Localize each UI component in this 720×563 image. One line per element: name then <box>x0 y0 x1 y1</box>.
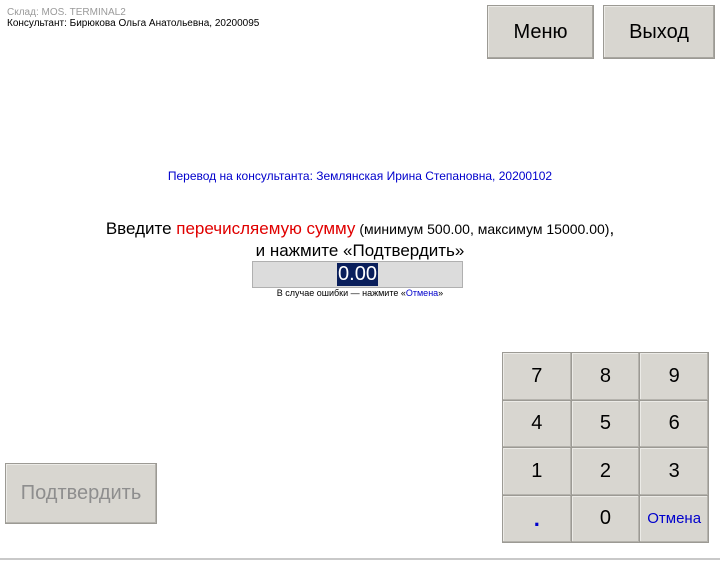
warehouse-label: Склад: MOS. TERMINAL2 <box>7 7 126 18</box>
key-decimal-point[interactable]: . <box>503 495 571 542</box>
header-info: Склад: MOS. TERMINAL2 Консультант: Бирюк… <box>7 7 259 29</box>
key-5[interactable]: 5 <box>571 400 640 447</box>
key-cancel[interactable]: Отмена <box>640 495 708 542</box>
amount-input[interactable]: 0.00 <box>252 261 463 288</box>
key-4[interactable]: 4 <box>503 400 571 447</box>
key-1[interactable]: 1 <box>503 448 571 495</box>
instruction-prefix: Введите <box>105 219 177 238</box>
bottom-divider <box>0 558 720 560</box>
confirm-button[interactable]: Подтвердить <box>5 463 157 524</box>
key-6[interactable]: 6 <box>640 400 708 447</box>
instruction-line-1: Введите перечисляемую сумму (минимум 500… <box>0 218 720 240</box>
amount-value: 0.00 <box>337 263 378 286</box>
key-9[interactable]: 9 <box>640 353 708 400</box>
consultant-label: Консультант: Бирюкова Ольга Анатольевна,… <box>7 18 260 29</box>
numeric-keypad: 7 8 9 4 5 6 1 2 3 . 0 Отмена <box>502 352 709 543</box>
key-0[interactable]: 0 <box>571 495 640 542</box>
key-8[interactable]: 8 <box>571 353 640 400</box>
instruction-line-2: и нажмите «Подтвердить» <box>255 241 465 260</box>
exit-button[interactable]: Выход <box>603 5 715 59</box>
hint-suffix: » <box>438 288 444 298</box>
instruction-highlight: перечисляемую сумму <box>176 219 356 238</box>
key-3[interactable]: 3 <box>640 448 708 495</box>
hint-cancel-link: Отмена <box>405 288 439 298</box>
error-hint: В случае ошибки — нажмите «Отмена» <box>0 288 720 298</box>
menu-button[interactable]: Меню <box>487 5 594 59</box>
hint-prefix: В случае ошибки — нажмите « <box>276 288 406 298</box>
instruction-range: (минимум 500.00, максимум 15000.00) <box>355 221 610 237</box>
transfer-recipient-info: Перевод на консультанта: Землянская Ирин… <box>167 169 553 183</box>
instruction-text: Введите перечисляемую сумму (минимум 500… <box>0 218 720 261</box>
instruction-suffix: , <box>609 219 615 238</box>
key-7[interactable]: 7 <box>503 353 571 400</box>
key-2[interactable]: 2 <box>571 448 640 495</box>
